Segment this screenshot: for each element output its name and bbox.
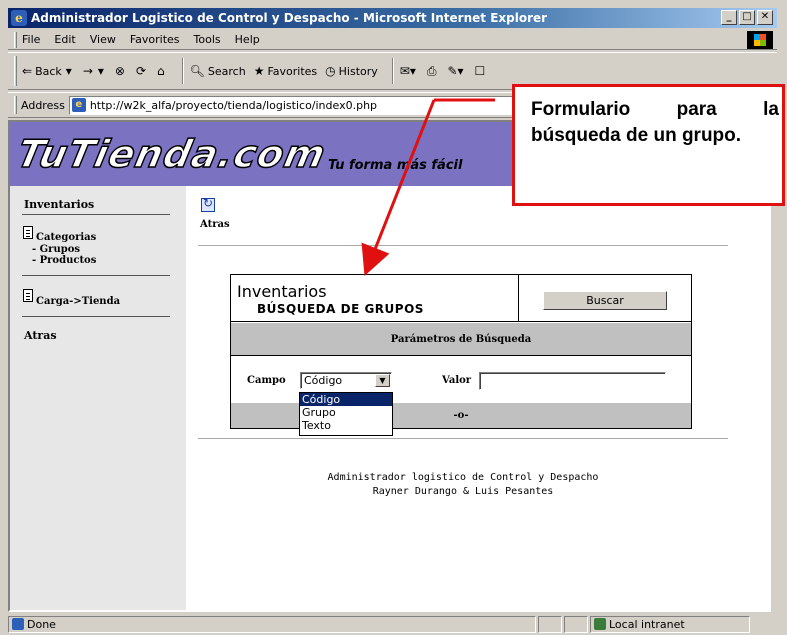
footer-line-1: Administrador logistico de Control y Des… [327, 472, 599, 483]
forward-toolbar-button[interactable]: → ▾ [83, 64, 107, 78]
home-icon: ⌂ [157, 64, 165, 78]
history-toolbar-button[interactable]: ◷ History [325, 64, 378, 78]
sidebar-heading-inventarios: Inventarios [24, 198, 95, 211]
favorites-icon: ★ [253, 64, 265, 78]
status-text-cell: Done [8, 615, 536, 633]
form-button-cell: Buscar [519, 275, 691, 322]
option-texto[interactable]: Texto [300, 419, 392, 432]
footer-line-2: Rayner Durango & Luis Pesantes [372, 486, 554, 497]
campo-select[interactable]: Código ▼ [300, 372, 392, 389]
valor-input[interactable] [479, 372, 666, 390]
title-bar: e Administrador Logistico de Control y D… [8, 8, 777, 28]
address-url: http://w2k_alfa/proyecto/tienda/logistic… [89, 98, 378, 112]
discuss-button[interactable]: ☐ [475, 64, 489, 78]
menu-bar: File Edit View Favorites Tools Help [8, 30, 777, 50]
print-button[interactable]: ⎙ [427, 64, 440, 79]
forward-dropdown-icon[interactable]: ▾ [98, 64, 104, 78]
history-icon: ◷ [325, 64, 336, 78]
campo-label: Campo [247, 375, 286, 386]
campo-selected-value: Código [304, 374, 343, 387]
sidebar-item-productos[interactable]: - Productos [32, 255, 96, 266]
search-toolbar-button[interactable]: 🔍︎ Search [190, 64, 246, 78]
form-subtitle: BÚSQUEDA DE GRUPOS [257, 302, 424, 316]
forward-arrow-icon: → [82, 64, 93, 78]
window-title: Administrador Logistico de Control y Des… [31, 11, 548, 25]
sidebar: Inventarios Categorias - Grupos - Produc… [10, 186, 186, 610]
sidebar-item-carga-tienda[interactable]: Carga->Tienda [36, 296, 120, 307]
chevron-down-icon[interactable]: ▼ [375, 374, 390, 387]
menu-grip [14, 31, 17, 48]
address-grip [14, 96, 17, 114]
ie-logo-icon: e [11, 10, 27, 26]
ie-page-icon [12, 617, 24, 630]
status-bar: Done Local intranet [8, 614, 777, 634]
print-icon: ⎙ [426, 63, 437, 78]
home-button[interactable]: ⌂ [157, 64, 168, 78]
refresh-icon: ⟳ [135, 64, 147, 78]
intranet-icon [594, 617, 606, 630]
edit-icon: ✎▾ [447, 64, 464, 78]
site-tagline: Tu forma más fácil [328, 158, 463, 173]
site-logo: TuTienda.com [13, 131, 331, 177]
back-arrow-icon: ⇐ [22, 64, 33, 78]
toolbar-grip [14, 56, 17, 86]
zone-cell: Local intranet [590, 615, 750, 633]
divider [198, 245, 728, 246]
document-icon [23, 226, 33, 239]
status-cell [538, 615, 562, 633]
close-button[interactable]: ✕ [757, 10, 773, 25]
back-link[interactable]: Atras [200, 219, 230, 230]
discuss-icon: ☐ [474, 64, 486, 78]
valor-label: Valor [442, 375, 472, 386]
stop-button[interactable]: ⊗ [115, 64, 128, 78]
menu-edit[interactable]: Edit [54, 33, 75, 46]
menu-favorites[interactable]: Favorites [130, 33, 180, 46]
page-icon: e [71, 98, 86, 112]
form-title-cell: Inventarios BÚSQUEDA DE GRUPOS [231, 275, 519, 322]
search-icon: 🔍︎ [189, 64, 205, 78]
form-title: Inventarios [237, 282, 327, 301]
minimize-button[interactable]: _ [721, 10, 737, 25]
favorites-toolbar-button[interactable]: ★ Favorites [254, 64, 317, 78]
status-cell [564, 615, 588, 633]
windows-logo-icon [747, 31, 773, 49]
back-toolbar-button[interactable]: ⇐ Back ▾ [22, 64, 75, 78]
menu-help[interactable]: Help [235, 33, 260, 46]
stop-icon: ⊗ [114, 64, 125, 78]
toolbar-separator [391, 58, 394, 84]
divider [198, 438, 728, 439]
mail-icon: ✉▾ [399, 64, 416, 78]
maximize-button[interactable]: □ [739, 10, 755, 25]
sidebar-item-categorias[interactable]: Categorias [36, 232, 96, 243]
back-dropdown-icon[interactable]: ▾ [66, 64, 72, 78]
sidebar-item-grupos[interactable]: - Grupos [32, 244, 80, 255]
sidebar-divider [22, 275, 170, 276]
sidebar-item-atras[interactable]: Atras [24, 329, 57, 342]
sidebar-divider [22, 316, 170, 317]
refresh-button[interactable]: ⟳ [136, 64, 149, 78]
option-codigo[interactable]: Código [300, 393, 392, 406]
campo-dropdown-list[interactable]: Código Grupo Texto [299, 392, 393, 436]
address-label: Address [21, 98, 65, 112]
address-input[interactable]: e http://w2k_alfa/proyecto/tienda/logist… [68, 95, 569, 115]
edit-page-button[interactable]: ✎▾ [447, 64, 466, 78]
search-params-header: Parámetros de Búsqueda [231, 323, 691, 356]
annotation-callout: Formulario para la búsqueda de un grupo. [512, 84, 785, 206]
search-button[interactable]: Buscar [543, 291, 667, 310]
menu-file[interactable]: File [22, 33, 40, 46]
mail-button[interactable]: ✉▾ [400, 64, 419, 78]
menu-tools[interactable]: Tools [194, 33, 221, 46]
document-icon [23, 289, 33, 302]
back-icon[interactable] [201, 196, 215, 212]
option-grupo[interactable]: Grupo [300, 406, 392, 419]
sidebar-divider [22, 214, 170, 215]
toolbar-separator [181, 58, 184, 84]
annotation-text: Formulario para la búsqueda de un grupo. [531, 99, 779, 146]
menu-view[interactable]: View [90, 33, 116, 46]
